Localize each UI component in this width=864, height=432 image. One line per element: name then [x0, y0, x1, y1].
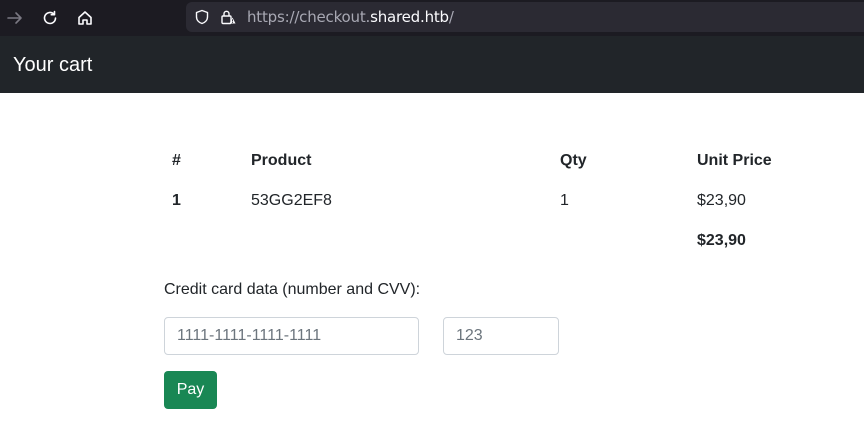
- column-header-unit-price: Unit Price: [697, 152, 772, 169]
- home-icon[interactable]: [73, 6, 97, 30]
- browser-toolbar: https://checkout.shared.htb/: [0, 0, 864, 36]
- url-scheme: https://: [247, 8, 300, 26]
- cart-total: $23,90: [697, 232, 746, 249]
- page-title: Your cart: [13, 54, 93, 76]
- row-num: 1: [172, 192, 181, 209]
- back-arrow-icon[interactable]: [3, 6, 27, 30]
- url-subdomain: checkout.: [299, 8, 371, 26]
- column-header-qty: Qty: [560, 152, 587, 169]
- url-text[interactable]: https://checkout.shared.htb/: [247, 8, 454, 26]
- column-header-product: Product: [251, 152, 312, 169]
- lock-warning-icon[interactable]: [220, 9, 236, 25]
- column-header-num: #: [172, 152, 181, 169]
- row-unit-price: $23,90: [697, 192, 746, 209]
- url-host: shared.htb: [370, 8, 449, 26]
- pay-button[interactable]: Pay: [164, 371, 217, 409]
- cvv-input[interactable]: [443, 317, 559, 355]
- row-product: 53GG2EF8: [251, 192, 332, 209]
- app-header: Your cart: [0, 36, 864, 93]
- url-path: /: [448, 8, 454, 26]
- credit-card-label: Credit card data (number and CVV):: [164, 281, 421, 298]
- reload-icon[interactable]: [38, 6, 62, 30]
- url-bar[interactable]: https://checkout.shared.htb/: [186, 2, 864, 32]
- row-qty: 1: [560, 192, 569, 209]
- card-number-input[interactable]: [164, 317, 419, 355]
- shield-icon[interactable]: [194, 9, 210, 25]
